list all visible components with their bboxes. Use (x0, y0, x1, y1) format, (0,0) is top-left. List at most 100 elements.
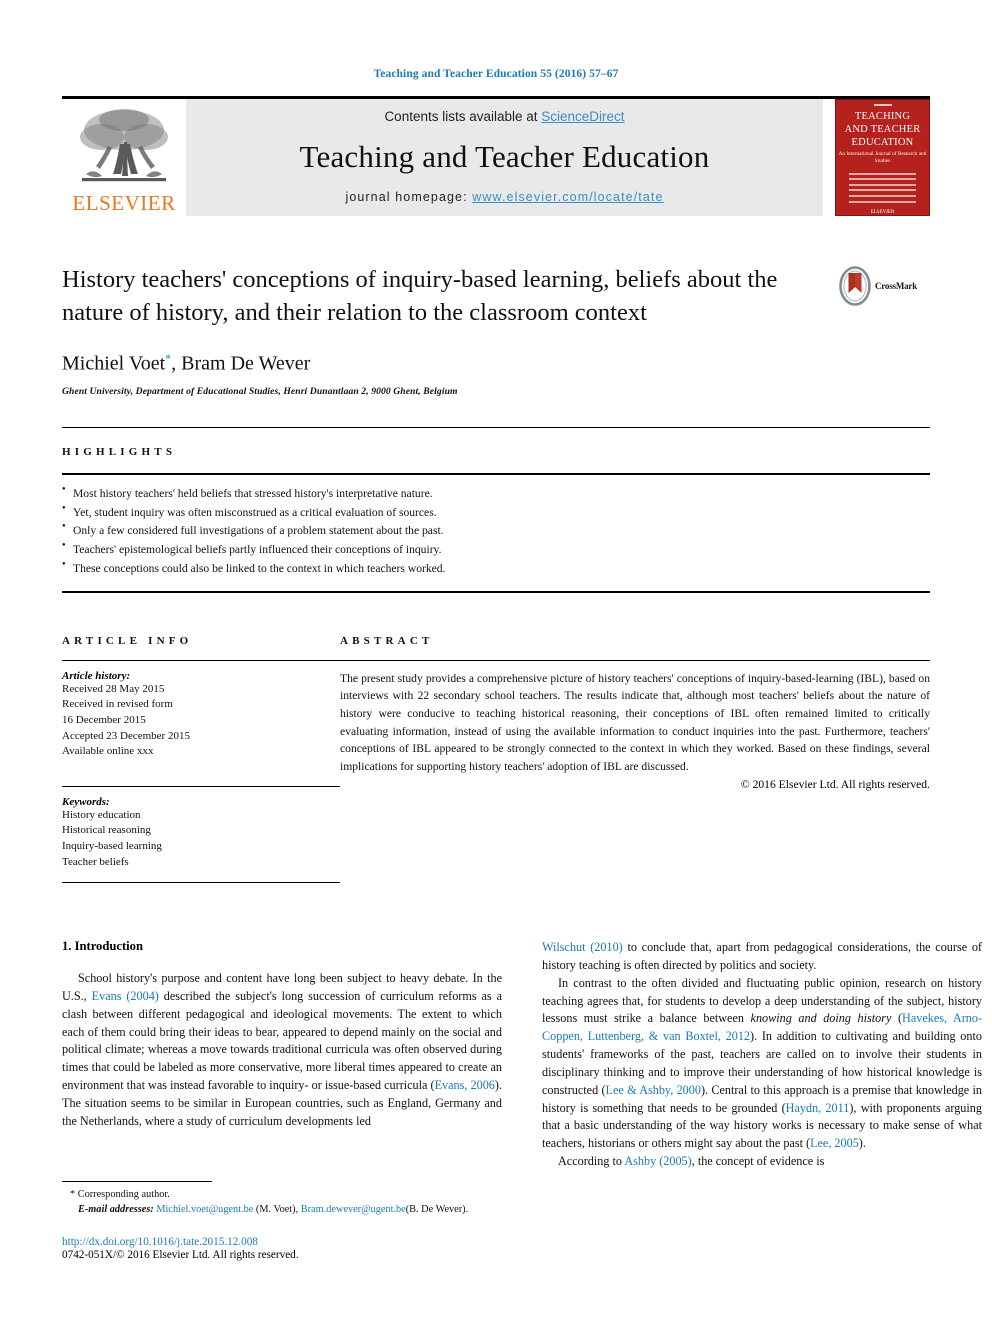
abstract-header: ABSTRACT (340, 619, 930, 660)
article-history-lines: Received 28 May 2015 Received in revised… (62, 682, 340, 760)
history-line: Received 28 May 2015 (62, 682, 165, 695)
keyword: Inquiry-based learning (62, 839, 162, 852)
history-line: 16 December 2015 (62, 713, 146, 726)
cover-subtitle: An International Journal of Research and… (838, 151, 927, 164)
sciencedirect-link[interactable]: ScienceDirect (541, 109, 624, 124)
keywords-title: Keywords: (62, 795, 110, 808)
corresponding-author-note: * Corresponding author. (70, 1189, 170, 1201)
right-text-2b: ( (891, 1011, 903, 1026)
article-info-header: ARTICLE INFO (62, 619, 340, 660)
email-addresses-note: E-mail addresses: Michiel.voet@ugent.be … (62, 1203, 502, 1218)
email-owner-1: (M. Voet), (253, 1204, 301, 1216)
citation-evans-2004[interactable]: Evans (2004) (92, 989, 159, 1003)
author-list: Michiel Voet*, Bram De Wever (62, 351, 930, 376)
crossmark-label: CrossMark (875, 281, 918, 291)
email-owner-2: (B. De Wever). (405, 1204, 469, 1216)
email-link-dewever[interactable]: Bram.dewever@ugent.be (301, 1204, 406, 1215)
citation-lee-ashby-2000[interactable]: Lee & Ashby, 2000 (606, 1083, 701, 1097)
article-history-block: Article history: Received 28 May 2015 Re… (62, 661, 340, 760)
author-affiliation: Ghent University, Department of Educatio… (62, 385, 458, 397)
right-text-2f: ). (858, 1136, 866, 1151)
history-line: Accepted 23 December 2015 (62, 729, 190, 742)
contents-prefix: Contents lists available at (384, 109, 542, 124)
cover-elsevier-mark-icon (873, 104, 892, 106)
highlights-label: HIGHLIGHTS (62, 445, 177, 458)
journal-title: Teaching and Teacher Education (299, 139, 710, 174)
intro-text-b: described the subject's long succession … (62, 989, 502, 1093)
emphasis-knowing-doing-history: knowing and doing history (750, 1011, 892, 1026)
crossmark-icon (839, 266, 871, 306)
abstract-body: The present study provides a comprehensi… (340, 661, 930, 792)
keywords-bottom-rule (62, 882, 340, 884)
keywords-list: History education Historical reasoning I… (62, 808, 340, 870)
body-column-right: Wilschut (2010) to conclude that, apart … (542, 939, 982, 1171)
elsevier-logo: ELSEVIER (62, 99, 186, 216)
cover-title: TEACHING AND TEACHER EDUCATION (845, 111, 921, 149)
keyword: History education (62, 808, 141, 821)
highlights-bottom-rule (62, 590, 930, 593)
citation-ashby-2005[interactable]: Ashby (2005) (624, 1154, 691, 1168)
body-columns: 1. Introduction School history's purpose… (62, 939, 982, 1171)
email-link-voet[interactable]: Michiel.voet@ugent.be (156, 1204, 253, 1215)
keyword: Teacher beliefs (62, 855, 129, 868)
abstract-column: ABSTRACT The present study provides a co… (340, 619, 930, 883)
masthead-center: Contents lists available at ScienceDirec… (186, 99, 823, 216)
info-abstract-section: ARTICLE INFO Article history: Received 2… (62, 619, 930, 884)
email-label: E-mail addresses: (78, 1204, 154, 1216)
list-item: Most history teachers' held beliefs that… (62, 484, 930, 504)
cover-title-line2: AND TEACHER (844, 123, 921, 135)
journal-masthead: ELSEVIER Contents lists available at Sci… (62, 96, 930, 216)
journal-homepage-link[interactable]: www.elsevier.com/locate/tate (472, 190, 663, 204)
keywords-block: Keywords: History education Historical r… (62, 785, 340, 884)
doi-block: http://dx.doi.org/10.1016/j.tate.2015.12… (62, 1236, 502, 1261)
right-paragraph-1: Wilschut (2010) to conclude that, apart … (542, 939, 982, 975)
doi-link[interactable]: http://dx.doi.org/10.1016/j.tate.2015.12… (62, 1236, 502, 1248)
author-first: Michiel Voet (62, 352, 166, 375)
history-line: Received in revised form (62, 698, 173, 711)
running-head: Teaching and Teacher Education 55 (2016)… (373, 68, 619, 80)
list-item: These conceptions could also be linked t… (62, 559, 930, 579)
intro-paragraph-left: School history's purpose and content hav… (62, 970, 502, 1130)
list-item: Only a few considered full investigation… (62, 521, 930, 541)
footnote-rule (62, 1181, 212, 1183)
paper-page: Teaching and Teacher Education 55 (2016)… (0, 0, 992, 1323)
elsevier-wordmark: ELSEVIER (72, 191, 176, 215)
highlights-list: Most history teachers' held beliefs that… (62, 475, 930, 591)
journal-cover-thumbnail[interactable]: TEACHING AND TEACHER EDUCATION An Intern… (835, 99, 930, 216)
article-info-label: ARTICLE INFO (62, 634, 193, 647)
elsevier-tree-icon (80, 109, 168, 182)
citation-haydn-2011[interactable]: Haydn, 2011 (786, 1101, 850, 1115)
footnote-area: * Corresponding author. E-mail addresses… (62, 1181, 502, 1261)
cover-title-line1: TEACHING (854, 111, 911, 122)
body-column-left: 1. Introduction School history's purpose… (62, 939, 502, 1171)
right-paragraph-2: In contrast to the often divided and flu… (542, 975, 982, 1153)
cover-editor-lines (849, 169, 916, 206)
homepage-prefix: journal homepage: (345, 190, 473, 204)
right-text-3a: According to (558, 1153, 625, 1168)
list-item: Teachers' epistemological beliefs partly… (62, 540, 930, 560)
abstract-text: The present study provides a comprehensi… (340, 671, 930, 773)
article-info-column: ARTICLE INFO Article history: Received 2… (62, 619, 340, 884)
contents-available-line: Contents lists available at ScienceDirec… (384, 109, 624, 124)
highlights-header: HIGHLIGHTS (62, 428, 930, 473)
crossmark-badge[interactable]: CrossMark (838, 266, 930, 306)
citation-evans-2006[interactable]: Evans, 2006 (435, 1078, 495, 1092)
cover-title-line3: EDUCATION (851, 136, 914, 148)
journal-homepage-line: journal homepage: www.elsevier.com/locat… (345, 190, 663, 204)
list-item: Yet, student inquiry was often misconstr… (62, 503, 930, 523)
citation-wilschut-2010[interactable]: Wilschut (2010) (542, 940, 623, 954)
keyword: Historical reasoning (62, 824, 151, 837)
right-text-3b: , the concept of evidence is (691, 1153, 825, 1168)
page-title: History teachers' conceptions of inquiry… (62, 266, 778, 326)
author-rest: , Bram De Wever (171, 352, 311, 375)
article-history-title: Article history: (62, 669, 131, 682)
abstract-copyright: © 2016 Elsevier Ltd. All rights reserved… (740, 778, 930, 792)
issn-copyright-line: 0742-051X/© 2016 Elsevier Ltd. All right… (62, 1249, 299, 1261)
right-paragraph-3: According to Ashby (2005), the concept o… (542, 1153, 982, 1171)
citation-lee-2005[interactable]: Lee, 2005 (810, 1136, 859, 1150)
highlights-section: HIGHLIGHTS Most history teachers' held b… (62, 426, 930, 593)
abstract-label: ABSTRACT (340, 634, 434, 647)
history-line: Available online xxx (62, 745, 154, 758)
cover-publisher-label: ELSEVIER (870, 210, 895, 216)
article-title-block: History teachers' conceptions of inquiry… (62, 264, 930, 397)
